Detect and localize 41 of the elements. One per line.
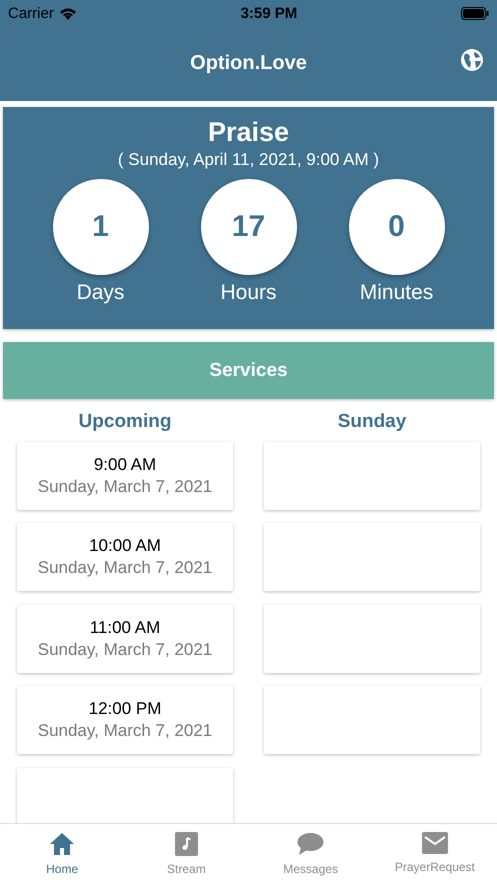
- empty-card[interactable]: [264, 442, 480, 510]
- wifi-icon: [58, 6, 77, 20]
- countdown-value: 1: [52, 179, 148, 275]
- service-card[interactable]: 12:00 PM Sunday, March 7, 2021: [17, 686, 233, 754]
- service-card[interactable]: 11:00 AM Sunday, March 7, 2021: [17, 604, 233, 672]
- empty-card[interactable]: [264, 686, 480, 754]
- empty-card[interactable]: [264, 604, 480, 672]
- countdown-unit: Hours: [220, 281, 277, 305]
- empty-card[interactable]: [17, 768, 233, 823]
- music-note-icon: [174, 832, 198, 856]
- service-time: 9:00 AM: [94, 454, 156, 474]
- tab-bar-item[interactable]: Home: [0, 824, 124, 883]
- countdown-value: 0: [348, 179, 444, 275]
- clock-time: 3:59 PM: [240, 4, 298, 22]
- column-heading: Sunday: [336, 411, 408, 433]
- event-date: ( Sunday, April 11, 2021, 9:00 AM ): [118, 150, 380, 170]
- tab-bar-item[interactable]: Stream: [124, 824, 248, 883]
- service-time: 12:00 PM: [88, 699, 162, 719]
- countdown-value: 17: [200, 179, 296, 275]
- countdown-unit: Days: [76, 281, 124, 305]
- carrier-name: Carrier: [8, 4, 54, 22]
- service-date: Sunday, March 7, 2021: [38, 558, 212, 578]
- column-heading: Upcoming: [78, 411, 172, 433]
- speech-bubble-icon: [297, 832, 324, 856]
- tab-bar-item[interactable]: PrayerRequest: [372, 824, 497, 883]
- service-date: Sunday, March 7, 2021: [38, 721, 212, 741]
- home-icon: [49, 832, 76, 856]
- service-date: Sunday, March 7, 2021: [38, 476, 212, 496]
- service-time: 11:00 AM: [90, 618, 160, 638]
- event-title: Praise: [208, 117, 290, 148]
- battery-icon: [460, 6, 489, 20]
- service-date: Sunday, March 7, 2021: [38, 640, 212, 660]
- service-card[interactable]: 9:00 AM Sunday, March 7, 2021: [17, 442, 233, 510]
- envelope-icon: [422, 832, 448, 854]
- service-time: 10:00 AM: [89, 536, 161, 556]
- empty-card[interactable]: [264, 523, 480, 591]
- tab-bar-item[interactable]: Messages: [248, 824, 373, 883]
- globe-icon[interactable]: [460, 48, 484, 72]
- countdown-unit: Minutes: [360, 281, 434, 305]
- app-title: Option.Love: [190, 52, 307, 75]
- service-card[interactable]: 10:00 AM Sunday, March 7, 2021: [17, 523, 233, 591]
